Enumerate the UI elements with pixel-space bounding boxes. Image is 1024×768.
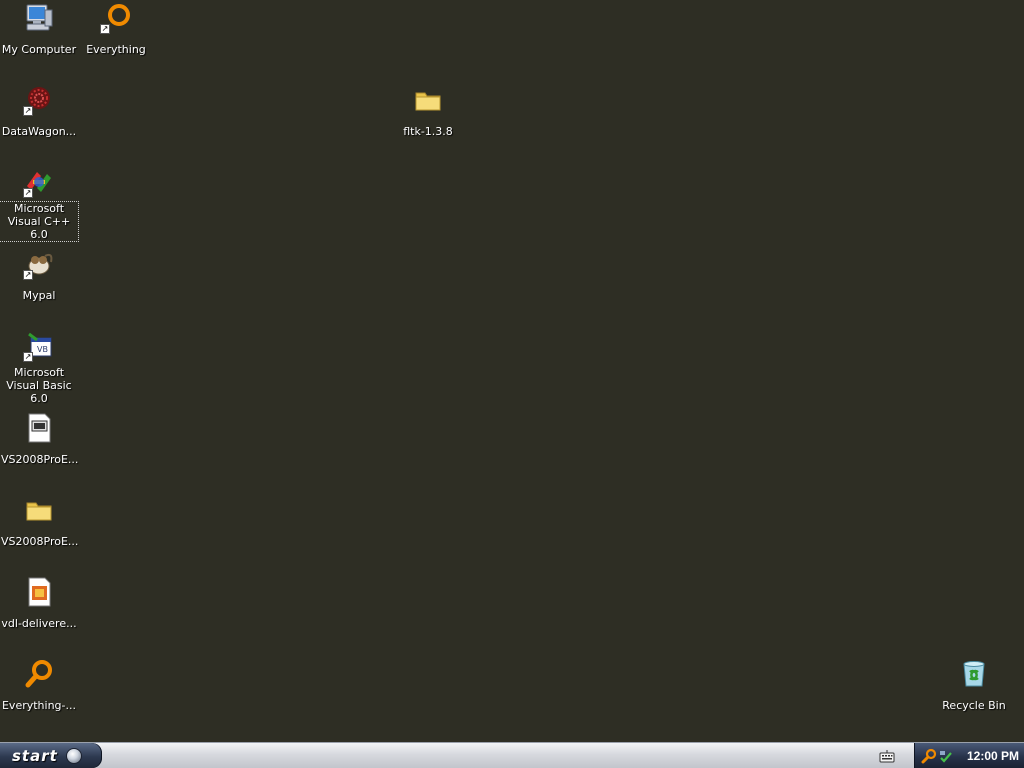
icon-label: VS2008ProE...	[1, 453, 79, 466]
mypal-icon: ↗	[23, 248, 55, 280]
keyboard-language-icon[interactable]	[879, 748, 895, 763]
icon-label: My Computer	[1, 43, 77, 56]
network-tray-icon[interactable]	[939, 749, 953, 763]
everything-tray-icon[interactable]	[921, 748, 937, 764]
computer-icon	[23, 2, 55, 34]
clock[interactable]: 12:00 PM	[967, 749, 1019, 763]
visual-basic-icon: VB ↗	[23, 330, 55, 362]
visual-cpp-desktop-icon[interactable]: ↗ Microsoft Visual C++ 6.0	[0, 166, 79, 242]
everything-desktop-icon[interactable]: ↗ Everything	[77, 2, 155, 57]
visual-basic-desktop-icon[interactable]: VB ↗ Microsoft Visual Basic 6.0	[0, 330, 78, 406]
recycle-bin-icon	[958, 658, 990, 690]
fltk-folder-desktop-icon[interactable]: fltk-1.3.8	[389, 84, 467, 139]
mypal-desktop-icon[interactable]: ↗ Mypal	[0, 248, 78, 303]
icon-label: Microsoft Visual Basic 6.0	[6, 366, 72, 405]
recycle-bin-desktop-icon[interactable]: Recycle Bin	[935, 658, 1013, 713]
start-button[interactable]: start	[0, 743, 102, 768]
everything-icon: ↗	[100, 2, 132, 34]
document-icon	[23, 412, 55, 444]
system-tray: 12:00 PM	[914, 743, 1024, 768]
datawagon-icon: ↗	[23, 84, 55, 116]
icon-label: Mypal	[22, 289, 56, 302]
icon-label: vdl-delivere...	[1, 617, 77, 630]
shortcut-arrow-icon: ↗	[23, 188, 33, 198]
folder-icon	[23, 494, 55, 526]
my-computer-desktop-icon[interactable]: My Computer	[0, 2, 78, 57]
vs2008-file-desktop-icon[interactable]: VS2008ProE...	[0, 412, 78, 467]
icon-label: Everything-...	[1, 699, 76, 712]
search-magnifier-icon	[23, 658, 55, 690]
svg-text:VB: VB	[37, 345, 48, 354]
vdl-desktop-icon[interactable]: vdl-delivere...	[0, 576, 78, 631]
icon-label: Everything	[86, 43, 146, 56]
vs2008-folder-desktop-icon[interactable]: VS2008ProE...	[0, 494, 78, 549]
start-label: start	[12, 746, 58, 765]
shortcut-arrow-icon: ↗	[23, 106, 33, 116]
taskbar[interactable]: start 12:00 PM	[0, 742, 1024, 768]
icon-label: Microsoft Visual C++ 6.0	[0, 201, 79, 242]
shortcut-arrow-icon: ↗	[23, 270, 33, 280]
installer-icon	[23, 576, 55, 608]
shortcut-arrow-icon: ↗	[23, 352, 33, 362]
visual-cpp-icon: ↗	[23, 166, 55, 198]
datawagon-desktop-icon[interactable]: ↗ DataWagon...	[0, 84, 78, 139]
desktop[interactable]: My Computer ↗ Everything ↗ DataWagon...	[0, 0, 1024, 742]
shortcut-arrow-icon: ↗	[100, 24, 110, 34]
folder-icon	[412, 84, 444, 116]
icon-label: DataWagon...	[1, 125, 77, 138]
icon-label: VS2008ProE...	[1, 535, 79, 548]
icon-label: Recycle Bin	[942, 699, 1006, 712]
icon-label: fltk-1.3.8	[403, 125, 453, 138]
everything-setup-desktop-icon[interactable]: Everything-...	[0, 658, 78, 713]
start-orb-icon	[65, 747, 82, 764]
